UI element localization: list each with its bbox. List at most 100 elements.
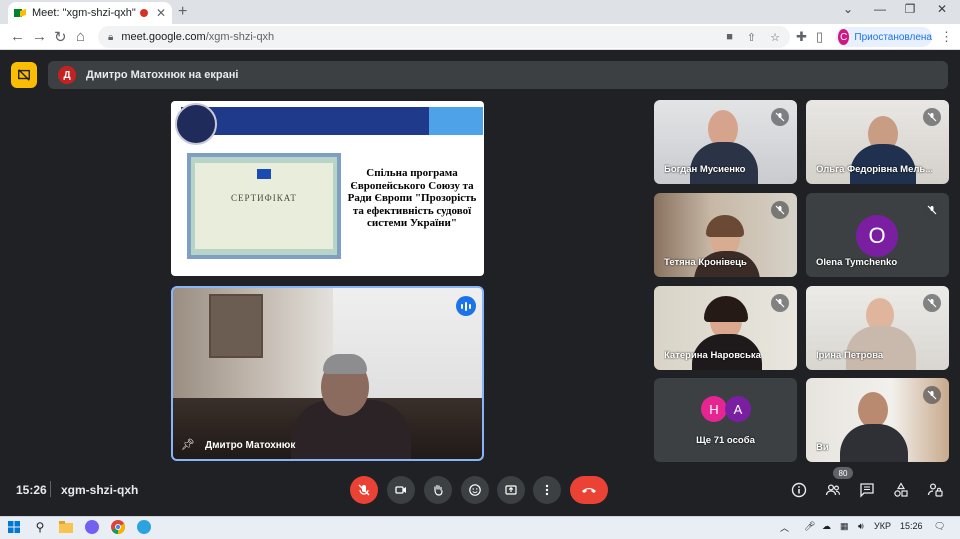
presenter-hair bbox=[323, 354, 367, 374]
system-clock[interactable]: 15:26 bbox=[900, 521, 923, 531]
mic-toggle-button[interactable] bbox=[350, 476, 378, 504]
reactions-button[interactable] bbox=[461, 476, 489, 504]
more-participants-tile[interactable]: H A Ще 71 особа bbox=[654, 378, 797, 462]
participant-name: Ольга Федорівна Мель... bbox=[816, 164, 934, 175]
tray-mic-icon[interactable]: 🎤︎ bbox=[804, 521, 815, 532]
certificate-title: СЕРТИФІКАТ bbox=[231, 193, 297, 203]
home-icon[interactable]: ⌂ bbox=[76, 28, 85, 45]
people-button[interactable] bbox=[824, 481, 842, 499]
muted-mic-icon bbox=[923, 386, 941, 404]
presenter-avatar: Д bbox=[58, 66, 76, 84]
stop-presenting-button[interactable] bbox=[11, 62, 37, 88]
presentation-banner-text: Дмитро Матохнюк на екрані bbox=[86, 69, 239, 81]
present-off-icon bbox=[18, 69, 30, 81]
browser-toolbar: ← → ↻ ⌂ 🔒︎ meet.google.com /xgm-shzi-qxh… bbox=[0, 24, 960, 50]
pin-icon[interactable]: 📌︎ bbox=[181, 438, 195, 451]
file-explorer-icon[interactable] bbox=[58, 519, 74, 535]
muted-mic-icon bbox=[771, 108, 789, 126]
viber-icon[interactable] bbox=[84, 519, 100, 535]
participant-body bbox=[846, 326, 916, 370]
muted-mic-icon bbox=[923, 294, 941, 312]
shared-screen[interactable]: СЕРТИФІКАТ Спільна програма Європейськог… bbox=[171, 101, 484, 276]
close-window-icon[interactable]: ✕ bbox=[930, 2, 954, 16]
presenter-name: Дмитро Матохнюк bbox=[205, 440, 296, 451]
profile-button[interactable]: C Приостановлена bbox=[836, 27, 932, 47]
slide-header-accent bbox=[429, 107, 483, 135]
muted-mic-icon bbox=[771, 201, 789, 219]
more-participants-label: Ще 71 особа bbox=[696, 435, 755, 446]
back-icon[interactable]: ← bbox=[10, 28, 25, 45]
host-controls-button[interactable] bbox=[926, 481, 944, 499]
self-video-tile[interactable]: Ви bbox=[806, 378, 949, 462]
reload-icon[interactable]: ↻ bbox=[54, 28, 67, 46]
browser-menu-icon[interactable]: ⋮ bbox=[940, 29, 953, 45]
info-icon bbox=[791, 482, 807, 498]
muted-mic-icon bbox=[923, 201, 941, 219]
participant-name: Ви bbox=[816, 442, 829, 453]
tray-network-icon[interactable]: ▦ bbox=[840, 521, 849, 532]
camera-toggle-button[interactable] bbox=[387, 476, 415, 504]
meeting-details-button[interactable] bbox=[790, 481, 808, 499]
participant-tile[interactable]: Ольга Федорівна Мель... bbox=[806, 100, 949, 184]
muted-mic-icon bbox=[771, 294, 789, 312]
meeting-time: 15:26 bbox=[16, 483, 47, 497]
telegram-icon[interactable] bbox=[136, 519, 152, 535]
more-vert-icon bbox=[545, 484, 549, 496]
camera-in-use-icon[interactable]: ■ bbox=[726, 31, 733, 44]
windows-start-icon[interactable] bbox=[6, 519, 22, 535]
participant-name: Ірина Петрова bbox=[816, 350, 884, 361]
emoji-icon bbox=[469, 484, 481, 496]
participant-body bbox=[840, 424, 908, 462]
notifications-icon[interactable]: 🗨︎ bbox=[934, 521, 945, 532]
bookmark-star-icon[interactable]: ☆ bbox=[770, 31, 780, 44]
url-host: meet.google.com bbox=[121, 31, 206, 43]
camera-icon bbox=[395, 486, 406, 494]
url-path: /xgm-shzi-qxh bbox=[205, 31, 275, 43]
lock-icon: 🔒︎ bbox=[108, 31, 114, 43]
close-tab-icon[interactable]: ✕ bbox=[156, 6, 166, 20]
tray-onedrive-icon[interactable]: ☁ bbox=[822, 521, 831, 532]
search-icon[interactable]: ⚲ bbox=[32, 519, 48, 535]
recording-dot-icon bbox=[139, 9, 148, 17]
side-panel-icon[interactable]: ▯ bbox=[816, 29, 823, 45]
participant-tile[interactable]: Тетяна Кронівець bbox=[654, 193, 797, 277]
extensions-icon[interactable]: ✚ bbox=[796, 29, 807, 45]
minimize-icon[interactable]: — bbox=[868, 2, 892, 16]
hand-icon bbox=[434, 484, 443, 496]
speaking-indicator-icon bbox=[456, 296, 476, 316]
tab-search-icon[interactable]: ⌄ bbox=[836, 2, 860, 16]
present-now-button[interactable] bbox=[497, 476, 525, 504]
slide-caption: Спільна програма Європейського Союзу та … bbox=[347, 167, 477, 229]
keyboard-language[interactable]: УКР bbox=[874, 521, 891, 531]
browser-tab-meet[interactable]: Meet: "xgm-shzi-qxh" ✕ bbox=[8, 2, 172, 24]
leave-call-button[interactable] bbox=[570, 476, 608, 504]
participant-tile[interactable]: Ірина Петрова bbox=[806, 286, 949, 370]
activities-icon bbox=[894, 482, 908, 497]
more-options-button[interactable] bbox=[533, 476, 561, 504]
participant-tile[interactable]: Катерина Наровська bbox=[654, 286, 797, 370]
chrome-icon[interactable] bbox=[110, 519, 126, 535]
restore-icon[interactable]: ❐ bbox=[898, 2, 922, 16]
share-icon[interactable]: ⇧ bbox=[747, 31, 756, 44]
chat-icon bbox=[860, 483, 874, 498]
chat-button[interactable] bbox=[858, 481, 876, 499]
people-icon bbox=[825, 484, 841, 496]
participant-tile[interactable]: O Olena Tymchenko bbox=[806, 193, 949, 277]
address-bar[interactable]: 🔒︎ meet.google.com /xgm-shzi-qxh ■ ⇧ ☆ bbox=[98, 26, 790, 48]
profile-avatar: C bbox=[838, 29, 850, 45]
present-screen-icon bbox=[505, 485, 517, 495]
participant-name: Богдан Мусиенко bbox=[664, 164, 746, 175]
participant-avatar: A bbox=[725, 396, 751, 422]
participant-tile[interactable]: Богдан Мусиенко bbox=[654, 100, 797, 184]
presenter-video-tile[interactable]: 📌︎ Дмитро Матохнюк bbox=[171, 286, 484, 461]
court-seal-logo bbox=[175, 103, 217, 145]
activities-button[interactable] bbox=[892, 481, 910, 499]
forward-icon[interactable]: → bbox=[32, 28, 47, 45]
raise-hand-button[interactable] bbox=[424, 476, 452, 504]
wall-picture bbox=[209, 294, 263, 358]
tray-volume-icon[interactable]: 🔊︎ bbox=[858, 521, 864, 532]
tray-chevron-icon[interactable]: ︿ bbox=[780, 521, 789, 534]
participant-name: Тетяна Кронівець bbox=[664, 257, 747, 268]
new-tab-icon[interactable]: + bbox=[178, 3, 187, 21]
participant-name: Olena Tymchenko bbox=[816, 257, 898, 268]
